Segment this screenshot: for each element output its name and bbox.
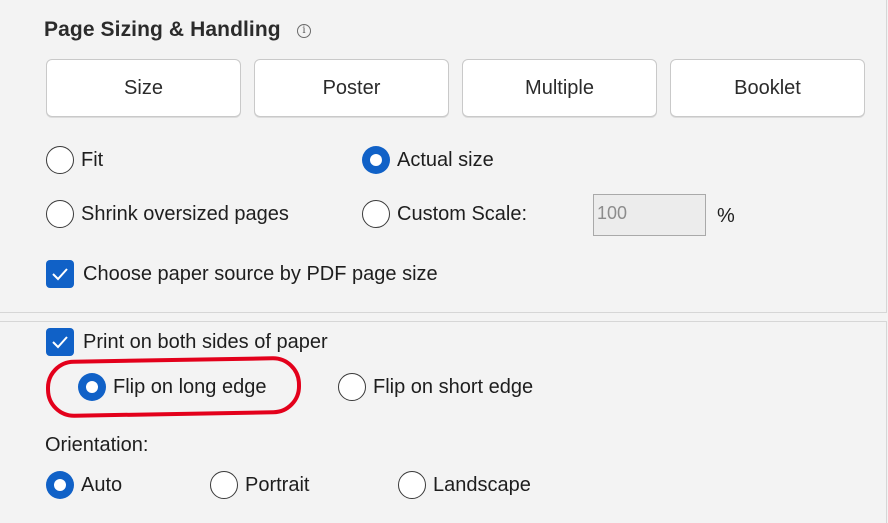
actual-size-label: Actual size	[397, 148, 494, 171]
orientation-landscape-option[interactable]: Landscape	[398, 471, 531, 499]
orientation-auto-radio[interactable]	[46, 471, 74, 499]
fit-radio[interactable]	[46, 146, 74, 174]
page-sizing-section: Page Sizing & Handling i Size Poster Mul…	[0, 0, 887, 313]
multiple-button[interactable]: Multiple	[462, 59, 657, 117]
orientation-landscape-radio[interactable]	[398, 471, 426, 499]
orientation-landscape-label: Landscape	[433, 473, 531, 496]
orientation-portrait-label: Portrait	[245, 473, 310, 496]
both-sides-checkbox-option[interactable]: Print on both sides of paper	[46, 328, 328, 356]
shrink-radio[interactable]	[46, 200, 74, 228]
percent-label: %	[717, 205, 735, 227]
paper-source-checkbox-option[interactable]: Choose paper source by PDF page size	[46, 260, 438, 288]
section-title: Page Sizing & Handling	[44, 18, 281, 41]
orientation-portrait-radio[interactable]	[210, 471, 238, 499]
both-sides-checkbox[interactable]	[46, 328, 74, 356]
paper-source-checkbox[interactable]	[46, 260, 74, 288]
shrink-label: Shrink oversized pages	[81, 202, 289, 225]
orientation-auto-label: Auto	[81, 473, 123, 496]
flip-long-edge-option[interactable]: Flip on long edge	[78, 373, 266, 401]
flip-short-edge-option[interactable]: Flip on short edge	[338, 373, 533, 401]
checkmark-icon	[52, 268, 68, 281]
orientation-label: Orientation:	[45, 434, 149, 456]
custom-scale-input[interactable]: 100	[593, 194, 706, 236]
orientation-portrait-option[interactable]: Portrait	[210, 471, 309, 499]
actual-size-radio[interactable]	[362, 146, 390, 174]
paper-source-label: Choose paper source by PDF page size	[83, 262, 438, 285]
shrink-radio-option[interactable]: Shrink oversized pages	[46, 200, 289, 228]
flip-long-edge-radio[interactable]	[78, 373, 106, 401]
actual-size-radio-option[interactable]: Actual size	[362, 146, 494, 174]
booklet-button[interactable]: Booklet	[670, 59, 865, 117]
poster-button[interactable]: Poster	[254, 59, 449, 117]
flip-short-edge-label: Flip on short edge	[373, 375, 534, 398]
duplex-orientation-section: Print on both sides of paper Flip on lon…	[0, 321, 887, 523]
custom-scale-radio[interactable]	[362, 200, 390, 228]
fit-radio-option[interactable]: Fit	[46, 146, 103, 174]
custom-scale-radio-option[interactable]: Custom Scale:	[362, 200, 527, 228]
print-dialog-panel: Page Sizing & Handling i Size Poster Mul…	[0, 0, 888, 523]
fit-label: Fit	[81, 148, 104, 171]
custom-scale-label: Custom Scale:	[397, 202, 528, 225]
info-icon[interactable]: i	[297, 24, 311, 38]
orientation-auto-option[interactable]: Auto	[46, 471, 122, 499]
size-button[interactable]: Size	[46, 59, 241, 117]
flip-short-edge-radio[interactable]	[338, 373, 366, 401]
checkmark-icon	[52, 336, 68, 349]
flip-long-edge-label: Flip on long edge	[113, 375, 267, 398]
both-sides-label: Print on both sides of paper	[83, 330, 328, 353]
